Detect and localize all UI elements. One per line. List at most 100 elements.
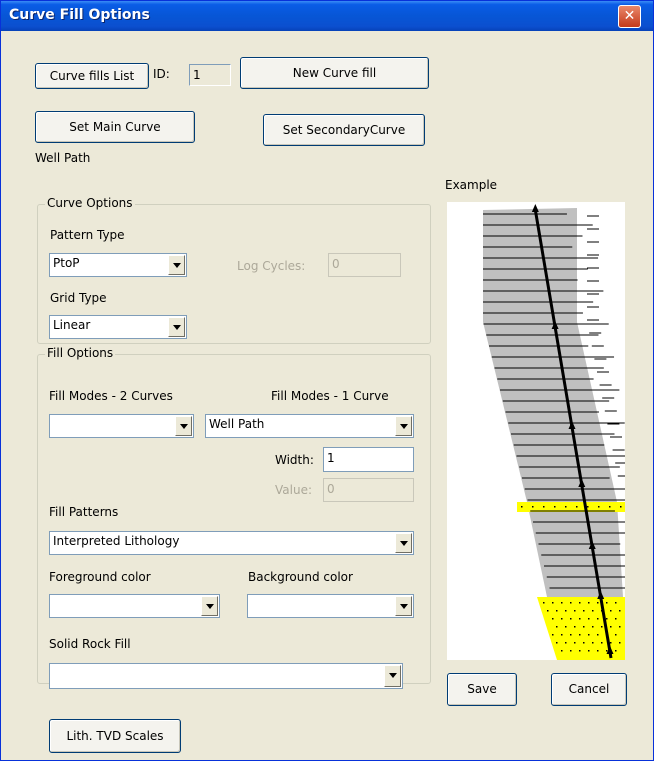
fill-dot [543,602,545,604]
width-label: Width: [275,453,314,467]
fill-dot [583,626,585,628]
chevron-down-icon[interactable] [395,596,412,616]
grid-type-select[interactable]: Linear [49,315,187,339]
chevron-down-icon[interactable] [175,416,192,436]
cancel-button[interactable]: Cancel [551,673,627,706]
foreground-color-select[interactable] [49,594,220,618]
fill-modes-1-label: Fill Modes - 1 Curve [271,389,389,403]
fill-dot [552,602,554,604]
value-field: 0 [323,478,414,502]
fill-options-group [37,354,431,684]
fill-dot [565,626,567,628]
value-label: Value: [275,483,312,497]
fill-dot [592,610,594,612]
log-cycles-label: Log Cycles: [237,259,306,273]
new-curve-fill-button[interactable]: New Curve fill [240,57,429,89]
fill-dot [561,634,563,636]
id-field: 1 [189,64,231,86]
fill-dot [610,626,612,628]
fill-dot [615,650,617,652]
fill-dot [570,618,572,620]
fill-dot [532,506,534,508]
fill-dot [561,650,563,652]
fill-dot [570,602,572,604]
chevron-down-icon[interactable] [384,665,401,687]
fill-dot [579,602,581,604]
set-main-curve-button[interactable]: Set Main Curve [35,111,195,143]
chevron-down-icon[interactable] [395,533,412,553]
fill-dot [574,626,576,628]
fill-dot [587,506,589,508]
fill-dot [552,634,554,636]
lith-tvd-scales-button[interactable]: Lith. TVD Scales [49,719,181,753]
fill-patterns-label: Fill Patterns [49,505,119,519]
fill-dot [579,618,581,620]
save-button[interactable]: Save [447,673,517,706]
fill-dot [552,618,554,620]
fill-dot [570,650,572,652]
fill-modes-2-label: Fill Modes - 2 Curves [49,389,173,403]
pattern-type-select[interactable]: PtoP [49,253,187,277]
fill-dot [601,642,603,644]
fill-dot [592,642,594,644]
fill-modes-1-select[interactable]: Well Path [205,414,414,438]
gray-fill-band [483,208,623,597]
fill-dot [615,634,617,636]
title-bar[interactable]: Curve Fill Options ✕ [1,1,653,31]
main-curve-name: Well Path [35,151,91,165]
fill-dot [547,610,549,612]
background-color-label: Background color [248,570,353,584]
fill-dot [579,650,581,652]
curve-fills-list-button[interactable]: Curve fills List [35,63,149,89]
fill-dot [588,618,590,620]
fill-dot [615,618,617,620]
window-title: Curve Fill Options [9,7,150,23]
fill-dot [619,610,621,612]
fill-dot [583,610,585,612]
log-cycles-field: 0 [328,253,401,277]
fill-dot [606,650,608,652]
example-preview [447,202,652,660]
fill-dot [606,618,608,620]
foreground-color-label: Foreground color [49,570,151,584]
fill-dot [565,610,567,612]
fill-dot [606,602,608,604]
solid-rock-fill-select[interactable] [49,663,403,689]
fill-dot [561,602,563,604]
fill-dot [565,506,567,508]
fill-dot [556,642,558,644]
fill-dot [601,626,603,628]
pattern-type-label: Pattern Type [50,228,125,242]
background-color-select[interactable] [247,594,414,618]
fill-patterns-select[interactable]: Interpreted Lithology [49,531,414,555]
curve-marker-icon [531,204,539,212]
fill-dot [597,634,599,636]
fill-dot [610,610,612,612]
fill-dot [588,602,590,604]
fill-dot [574,642,576,644]
fill-dot [521,506,523,508]
fill-dot [561,618,563,620]
chevron-down-icon[interactable] [201,596,218,616]
set-secondary-curve-button[interactable]: Set SecondaryCurve [263,114,425,146]
width-field[interactable]: 1 [323,447,414,472]
fill-dot [583,642,585,644]
fill-dot [619,642,621,644]
example-preview-graphic [483,204,652,660]
fill-dot [598,506,600,508]
solid-rock-fill-label: Solid Rock Fill [49,637,131,651]
chevron-down-icon[interactable] [395,416,412,436]
fill-dot [588,650,590,652]
pattern-type-value: PtoP [53,256,80,270]
fill-modes-2-select[interactable] [49,414,194,438]
close-icon[interactable]: ✕ [618,5,641,28]
curve-options-title: Curve Options [45,196,135,210]
chevron-down-icon[interactable] [168,255,185,275]
fill-dot [579,634,581,636]
fill-dot [570,634,572,636]
chevron-down-icon[interactable] [168,317,185,337]
fill-dot [615,602,617,604]
fill-dot [588,634,590,636]
fill-dot [543,506,545,508]
fill-dot [610,642,612,644]
